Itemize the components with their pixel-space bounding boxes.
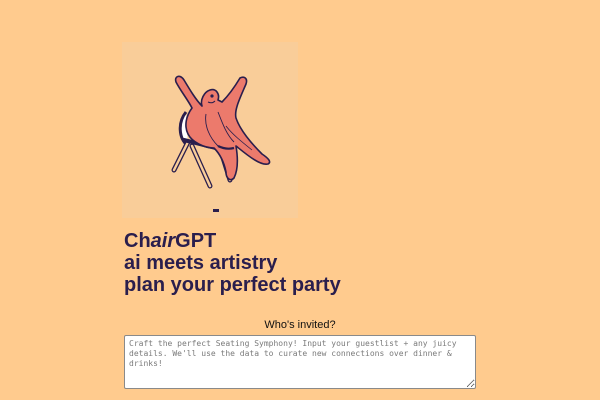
signature-mark [213, 209, 219, 212]
brand-title: ChairGPT [124, 230, 217, 252]
leaping-person-illustration [171, 75, 271, 212]
headline: ChairGPT ai meets artistry plan your per… [124, 230, 341, 296]
hero-illustration-card [122, 42, 298, 218]
page: ChairGPT ai meets artistry plan your per… [0, 0, 600, 400]
tagline-line-1: ai meets artistry [124, 252, 278, 274]
guestlist-input[interactable] [124, 335, 476, 389]
tagline-line-2: plan your perfect party [124, 274, 341, 296]
guestlist-label: Who's invited? [264, 319, 336, 331]
